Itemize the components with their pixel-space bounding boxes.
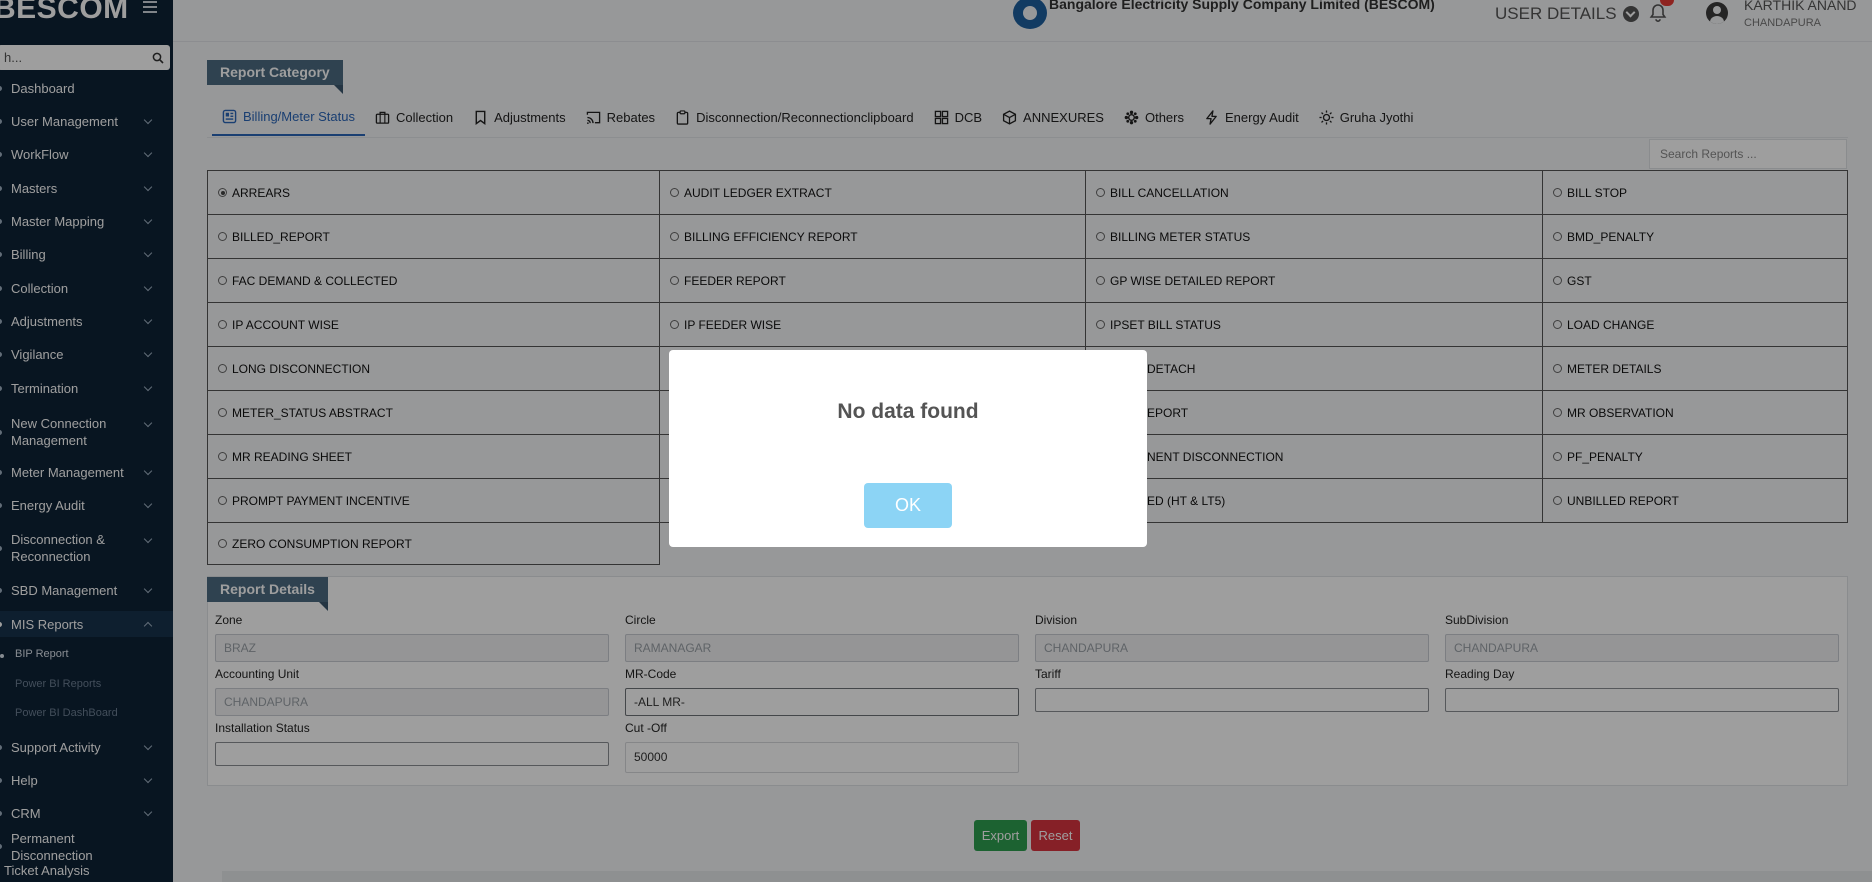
ok-button[interactable]: OK [864, 483, 952, 528]
alert-dialog: No data found OK [669, 350, 1147, 547]
alert-title: No data found [837, 400, 979, 423]
